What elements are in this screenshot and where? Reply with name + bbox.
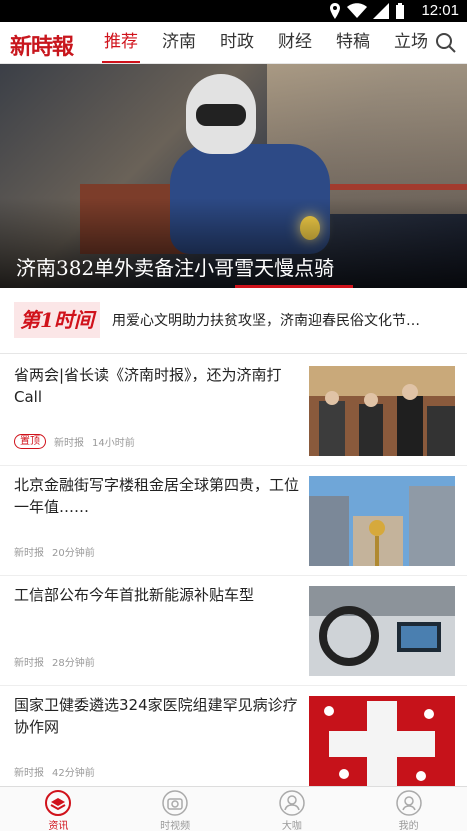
- news-meta: 新时报 28分钟前: [14, 654, 95, 669]
- bottom-tab-bar: 资讯 时视频 大咖 我的: [0, 786, 467, 831]
- tab-finance[interactable]: 财经: [266, 22, 324, 64]
- search-icon[interactable]: [435, 32, 457, 54]
- news-item[interactable]: 国家卫健委遴选324家医院组建罕见病诊疗协作网 新时报 42分钟前: [0, 686, 467, 796]
- news-time: 42分钟前: [52, 768, 95, 779]
- news-thumbnail: [309, 476, 455, 566]
- tab-bigshot[interactable]: 大咖: [234, 787, 351, 831]
- hero-caption: 济南382单外卖备注小哥雪天慢点骑: [16, 256, 335, 280]
- news-thumbnail: [309, 586, 455, 676]
- tab-recommend[interactable]: 推荐: [92, 22, 150, 64]
- news-thumbnail: [309, 366, 455, 456]
- tab-news-label: 资讯: [48, 821, 69, 831]
- news-meta: 新时报 20分钟前: [14, 544, 95, 559]
- news-source: 新时报: [14, 548, 44, 559]
- news-item[interactable]: 省两会|省长读《济南时报》，还为济南打Call 置顶 新时报 14小时前: [0, 356, 467, 466]
- camera-icon: [162, 790, 188, 816]
- status-bar: 12:01: [0, 0, 467, 22]
- tab-politics[interactable]: 时政: [208, 22, 266, 64]
- news-title: 北京金融街写字楼租金居全球第四贵，工位一年值……: [14, 476, 300, 516]
- news-time: 20分钟前: [52, 548, 95, 559]
- pinned-badge: 置顶: [14, 434, 46, 449]
- hero-banner[interactable]: 济南382单外卖备注小哥雪天慢点骑: [0, 64, 467, 288]
- news-icon: [45, 790, 72, 816]
- news-title: 工信部公布今年首批新能源补贴车型: [14, 586, 255, 604]
- tab-mine-label: 我的: [398, 821, 419, 831]
- news-time: 28分钟前: [52, 658, 95, 669]
- first-time-badge: 第1时间: [14, 302, 100, 338]
- location-icon: [330, 3, 340, 19]
- news-thumbnail: [309, 696, 455, 786]
- status-time: 12:01: [421, 2, 459, 19]
- first-time-headline: 用爱心文明助力扶贫攻坚，济南迎春民俗文化节…: [112, 313, 420, 329]
- tab-jinan[interactable]: 济南: [150, 22, 208, 64]
- news-item[interactable]: 工信部公布今年首批新能源补贴车型 新时报 28分钟前: [0, 576, 467, 686]
- news-source: 新时报: [54, 438, 84, 449]
- signal-icon: [373, 3, 389, 19]
- news-title: 省两会|省长读《济南时报》，还为济南打Call: [14, 366, 282, 406]
- tab-news[interactable]: 资讯: [0, 787, 117, 831]
- news-meta: 新时报 42分钟前: [14, 764, 95, 779]
- tab-bigshot-label: 大咖: [281, 821, 302, 831]
- tab-stance[interactable]: 立场: [382, 22, 440, 64]
- news-item[interactable]: 北京金融街写字楼租金居全球第四贵，工位一年值…… 新时报 20分钟前: [0, 466, 467, 576]
- wifi-icon: [347, 3, 367, 18]
- user-icon: [279, 790, 305, 816]
- tab-video-label: 时视频: [160, 821, 191, 831]
- battery-icon: [396, 3, 404, 19]
- news-meta: 置顶 新时报 14小时前: [14, 434, 135, 449]
- news-source: 新时报: [14, 768, 44, 779]
- profile-icon: [395, 790, 422, 816]
- first-time-strip[interactable]: 第1时间 用爱心文明助力扶贫攻坚，济南迎春民俗文化节…: [0, 288, 467, 354]
- tab-mine[interactable]: 我的: [350, 787, 467, 831]
- app-logo: 新時報: [10, 34, 74, 60]
- news-source: 新时报: [14, 658, 44, 669]
- news-time: 14小时前: [92, 438, 135, 449]
- channel-tabs: 推荐 济南 时政 财经 特稿 立场: [92, 22, 440, 64]
- news-title: 国家卫健委遴选324家医院组建罕见病诊疗协作网: [14, 696, 298, 736]
- tab-features[interactable]: 特稿: [324, 22, 382, 64]
- top-nav: 新時報 推荐 济南 时政 财经 特稿 立场: [0, 22, 467, 64]
- tab-video[interactable]: 时视频: [117, 787, 234, 831]
- status-icons: [329, 3, 405, 19]
